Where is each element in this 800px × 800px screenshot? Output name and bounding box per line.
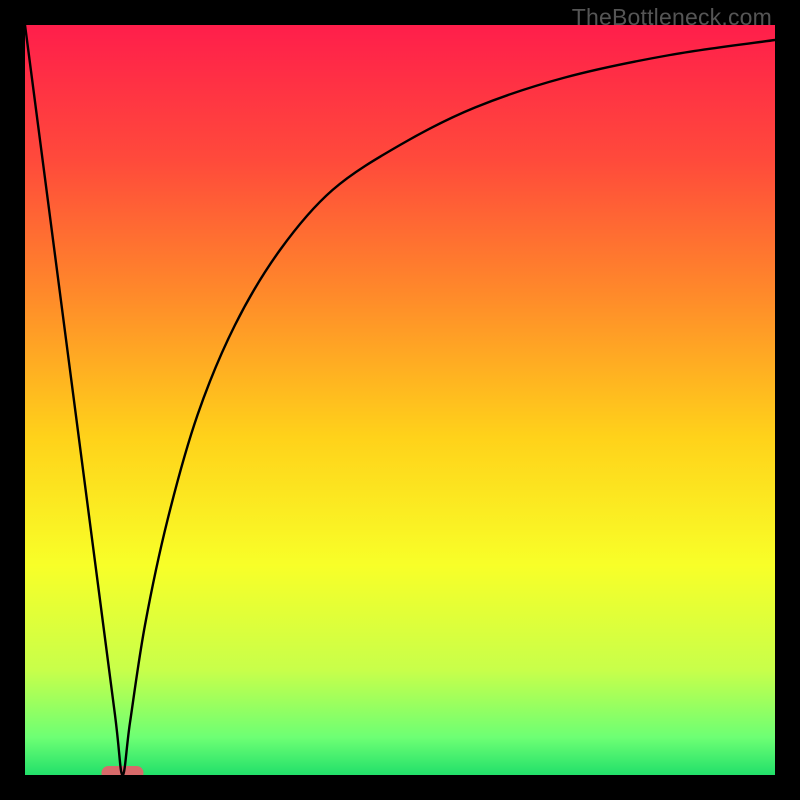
chart-canvas xyxy=(25,25,775,775)
chart-frame: TheBottleneck.com xyxy=(0,0,800,800)
chart-background xyxy=(25,25,775,775)
chart-plot-area xyxy=(25,25,775,775)
